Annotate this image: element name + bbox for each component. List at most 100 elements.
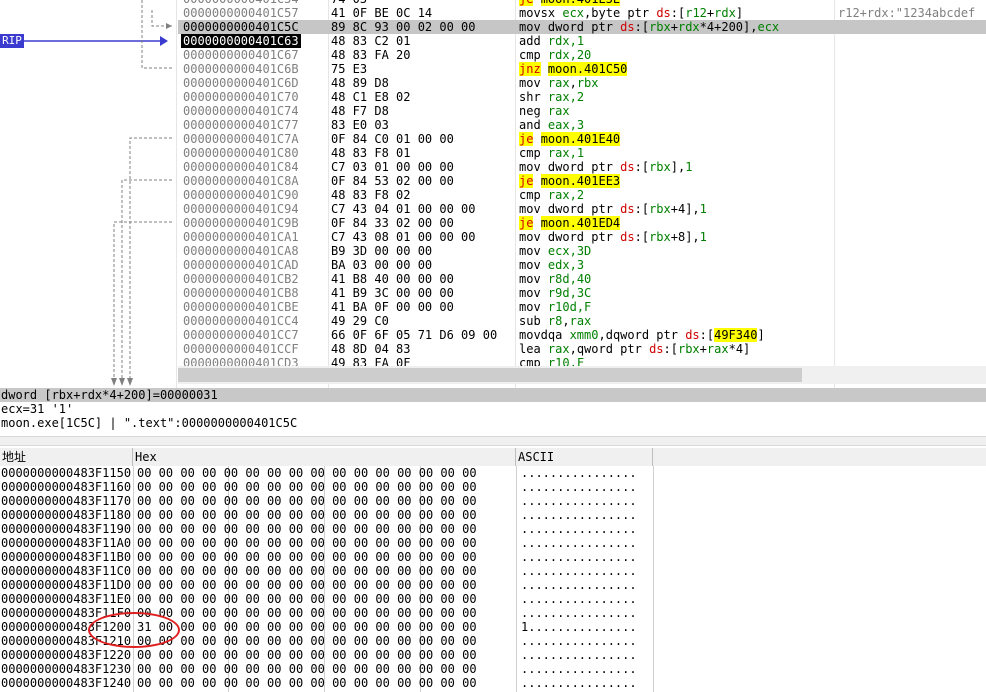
instruction-address: 0000000000401C80 (183, 146, 299, 160)
instruction-text: mov dword ptr ds:[rbx+rdx*4+200],ecx (519, 20, 779, 34)
instruction-token: r12 (685, 6, 707, 20)
disasm-row[interactable]: 0000000000401C5C 89 8C 93 00 02 00 00 mov … (178, 20, 986, 34)
dump-row[interactable]: 0000000000483F11C0 00 00 00 00 00 00 00 0… (0, 564, 986, 578)
dump-address: 0000000000483F1170 (1, 494, 132, 508)
instruction-token: ds (656, 6, 671, 20)
disasm-row[interactable]: 0000000000401CB8 41 B9 3C 00 00 00 mov r9d… (178, 286, 986, 300)
instruction-bytes: C7 03 01 00 00 00 (331, 160, 454, 174)
disasm-row[interactable]: 0000000000401CA8 B9 3D 00 00 00 mov ecx,3D (178, 244, 986, 258)
dump-ascii: ................ (521, 494, 637, 508)
instruction-bytes: 83 E0 03 (331, 118, 389, 132)
disasm-row[interactable]: 0000000000401CAD BA 03 00 00 00 mov edx,3 (178, 258, 986, 272)
dump-row[interactable]: 0000000000483F11E0 00 00 00 00 00 00 00 0… (0, 592, 986, 606)
instruction-token: shr (519, 90, 548, 104)
instruction-token: 1 (699, 202, 707, 216)
pane-splitter[interactable] (0, 436, 986, 446)
instruction-token: je (519, 216, 534, 230)
dump-row[interactable]: 0000000000483F1160 00 00 00 00 00 00 00 0… (0, 480, 986, 494)
instruction-token: rbx (649, 160, 671, 174)
disassembly-hscrollbar[interactable] (178, 366, 986, 384)
instruction-token: rax (706, 342, 729, 356)
dump-address: 0000000000483F11C0 (1, 564, 132, 578)
disassembly-pane[interactable]: RIP 0000000000401C5474 05je moon.401E5E0… (0, 0, 986, 388)
instruction-token: ,3 (569, 258, 585, 272)
dump-row[interactable]: 0000000000483F1240 00 00 00 00 00 00 00 0… (0, 676, 986, 690)
disasm-row[interactable]: 0000000000401C90 48 83 F8 02 cmp rax,2 (178, 188, 986, 202)
hscroll-thumb[interactable] (178, 368, 802, 382)
disasm-row[interactable]: 0000000000401C77 83 E0 03 and eax,3 (178, 118, 986, 132)
disasm-row[interactable]: 0000000000401C67 48 83 FA 20 cmp rdx,20 (178, 48, 986, 62)
instruction-token (533, 174, 540, 188)
instruction-text: cmp rax,2 (519, 188, 584, 202)
disasm-row[interactable]: 0000000000401CBE 41 BA 0F 00 00 00 mov r10… (178, 300, 986, 314)
instruction-bytes: BA 03 00 00 00 (331, 258, 433, 272)
instruction-token: ,3C (569, 286, 592, 300)
dump-hex-bytes: 00 00 00 00 00 00 00 00 00 00 00 00 00 0… (137, 550, 477, 564)
disasm-row[interactable]: 0000000000401CCF 48 8D 04 83 lea rax,qword… (178, 342, 986, 356)
instruction-token: cmp (519, 48, 548, 62)
dump-row[interactable]: 0000000000483F1170 00 00 00 00 00 00 00 0… (0, 494, 986, 508)
instruction-address: 0000000000401CB8 (183, 286, 299, 300)
instruction-token: moon.401ED4 (540, 216, 621, 230)
instruction-address: 0000000000401C94 (183, 202, 299, 216)
dump-row[interactable]: 0000000000483F11A0 00 00 00 00 00 00 00 0… (0, 536, 986, 550)
disasm-row[interactable]: 0000000000401C84 C7 03 01 00 00 00 mov dwo… (178, 160, 986, 174)
instruction-token: rbx (576, 76, 599, 90)
dump-row[interactable]: 0000000000483F1180 00 00 00 00 00 00 00 0… (0, 508, 986, 522)
column-header-ascii[interactable]: ASCII (516, 448, 653, 466)
instruction-text: lea rax,qword ptr ds:[rbx+rax*4] (519, 342, 750, 356)
dump-hex-bytes: 00 00 00 00 00 00 00 00 00 00 00 00 00 0… (137, 606, 477, 620)
instruction-bytes: 48 83 F8 02 (331, 188, 411, 202)
disasm-row[interactable]: 0000000000401C57 41 0F BE 0C 14 movsx ecx,… (178, 6, 986, 20)
instruction-address: 0000000000401CA1 (183, 230, 299, 244)
disasm-row[interactable]: 0000000000401C94 C7 43 04 01 00 00 00 mov … (178, 202, 986, 216)
instruction-address: 0000000000401C7A (183, 132, 299, 146)
column-header-address[interactable]: 地址 (0, 448, 133, 466)
instruction-token: r10d (547, 300, 577, 314)
instruction-token: ] (735, 6, 744, 20)
disasm-row[interactable]: 0000000000401C6B 75 E3 jnz moon.401C50 (178, 62, 986, 76)
disasm-row[interactable]: 0000000000401CB2 41 B8 40 00 00 00 mov r8d… (178, 272, 986, 286)
disasm-row[interactable]: 0000000000401C70 48 C1 E8 02 shr rax,2 (178, 90, 986, 104)
instruction-bytes: C7 43 08 01 00 00 00 (331, 230, 476, 244)
disasm-row[interactable]: 0000000000401C7A 0F 84 C0 01 00 00 je moon… (178, 132, 986, 146)
disasm-row[interactable]: 0000000000401CC7 66 0F 6F 05 71 D6 09 00 m… (178, 328, 986, 342)
instruction-token: add (519, 34, 548, 48)
dump-address: 0000000000483F1220 (1, 648, 132, 662)
instruction-text: mov r8d,40 (519, 272, 591, 286)
disasm-row[interactable]: 0000000000401C9B 0F 84 33 02 00 00 je moon… (178, 216, 986, 230)
disasm-row[interactable]: 0000000000401C8A 0F 84 53 02 00 00 je moon… (178, 174, 986, 188)
instruction-token: rax (547, 342, 570, 356)
dump-row[interactable]: 0000000000483F11D0 00 00 00 00 00 00 00 0… (0, 578, 986, 592)
instruction-token: 1 (699, 230, 707, 244)
instruction-text: mov dword ptr ds:[rbx+8],1 (519, 230, 707, 244)
instruction-text: add rdx,1 (519, 34, 584, 48)
instruction-token: r9d (547, 286, 570, 300)
instruction-token: moon.401EE3 (540, 174, 621, 188)
disasm-row[interactable]: 0000000000401C63 48 83 C2 01 add rdx,1 (178, 34, 986, 48)
dump-hex-bytes: 00 00 00 00 00 00 00 00 00 00 00 00 00 0… (137, 564, 477, 578)
annotation-circle (88, 612, 180, 648)
instruction-token: ds (620, 160, 635, 174)
dump-row[interactable]: 0000000000483F1220 00 00 00 00 00 00 00 0… (0, 648, 986, 662)
disasm-row[interactable]: 0000000000401CA1 C7 43 08 01 00 00 00 mov … (178, 230, 986, 244)
disasm-row[interactable]: 0000000000401C6D 48 89 D8 mov rax,rbx (178, 76, 986, 90)
instruction-token: ds (685, 328, 700, 342)
disasm-row[interactable]: 0000000000401C74 48 F7 D8 neg rax (178, 104, 986, 118)
instruction-token: 1 (685, 160, 693, 174)
disasm-row[interactable]: 0000000000401C80 48 83 F8 01 cmp rax,1 (178, 146, 986, 160)
instruction-token: ,2 (569, 188, 585, 202)
memory-dump-pane[interactable]: 地址 Hex ASCII 0000000000483F1150 00 00 00 … (0, 446, 986, 692)
dump-row[interactable]: 0000000000483F1150 00 00 00 00 00 00 00 0… (0, 466, 986, 480)
instruction-address: 0000000000401C6B (183, 62, 299, 76)
instruction-token: rbx (649, 230, 671, 244)
dump-row[interactable]: 0000000000483F1230 00 00 00 00 00 00 00 0… (0, 662, 986, 676)
disasm-row[interactable]: 0000000000401CC4 49 29 C0 sub r8,rax (178, 314, 986, 328)
dump-address: 0000000000483F1190 (1, 522, 132, 536)
instruction-bytes: 41 B9 3C 00 00 00 (331, 286, 454, 300)
instruction-token: :[ (663, 342, 678, 356)
dump-row[interactable]: 0000000000483F11B0 00 00 00 00 00 00 00 0… (0, 550, 986, 564)
column-header-hex[interactable]: Hex (133, 448, 516, 466)
dump-address: 0000000000483F11B0 (1, 550, 132, 564)
dump-row[interactable]: 0000000000483F1190 00 00 00 00 00 00 00 0… (0, 522, 986, 536)
